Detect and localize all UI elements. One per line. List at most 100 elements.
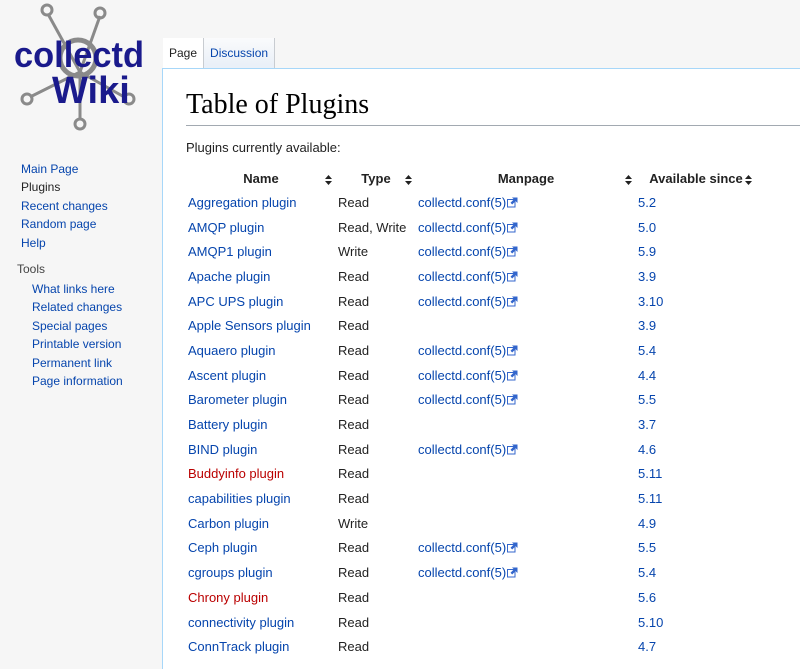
table-row: Aggregation plugin Read collectd.conf(5) 5.… <box>186 190 756 215</box>
version-link[interactable]: 3.7 <box>638 417 656 432</box>
version-link[interactable]: 5.6 <box>638 590 656 605</box>
version-link[interactable]: 4.9 <box>638 516 656 531</box>
manpage-link[interactable]: collectd.conf(5) <box>418 540 518 555</box>
tools-link[interactable]: Related changes <box>32 300 122 314</box>
header-name-label: Name <box>243 170 279 186</box>
name-cell: Apache plugin <box>186 264 336 289</box>
plugin-link[interactable]: Aquaero plugin <box>188 343 275 358</box>
header-manpage[interactable]: Manpage <box>416 166 636 190</box>
version-link[interactable]: 5.4 <box>638 565 656 580</box>
name-cell: Ascent plugin <box>186 363 336 388</box>
name-cell: Chrony plugin <box>186 585 336 610</box>
name-cell: Apple Sensors plugin <box>186 313 336 338</box>
version-link[interactable]: 5.0 <box>638 220 656 235</box>
nav-link[interactable]: Random page <box>21 217 96 231</box>
version-link[interactable]: 5.2 <box>638 195 656 210</box>
since-cell: 5.0 <box>636 215 756 240</box>
version-link[interactable]: 3.9 <box>638 318 656 333</box>
sort-icon[interactable] <box>405 173 412 185</box>
since-cell: 3.7 <box>636 412 756 437</box>
sort-icon[interactable] <box>745 173 752 185</box>
table-row: cgroups plugin Read collectd.conf(5) 5.4 <box>186 560 756 585</box>
tools-link[interactable]: Special pages <box>32 319 107 333</box>
nav-link[interactable]: Recent changes <box>21 199 108 213</box>
plugin-link[interactable]: Apple Sensors plugin <box>188 318 311 333</box>
manpage-link[interactable]: collectd.conf(5) <box>418 368 518 383</box>
version-link[interactable]: 5.10 <box>638 615 663 630</box>
since-cell: 5.9 <box>636 239 756 264</box>
manpage-link[interactable]: collectd.conf(5) <box>418 442 518 457</box>
table-row: capabilities plugin Read 5.11 <box>186 486 756 511</box>
plugin-link[interactable]: Ascent plugin <box>188 368 266 383</box>
plugin-link[interactable]: Aggregation plugin <box>188 195 296 210</box>
site-logo[interactable]: collectd Wiki <box>0 0 160 140</box>
tools-item: What links here <box>32 280 160 298</box>
plugin-link[interactable]: connectivity plugin <box>188 615 294 630</box>
version-link[interactable]: 3.9 <box>638 269 656 284</box>
manpage-cell: collectd.conf(5) <box>416 190 636 215</box>
nav-item: Plugins <box>21 178 160 196</box>
plugin-link[interactable]: Chrony plugin <box>188 590 268 605</box>
version-link[interactable]: 5.9 <box>638 244 656 259</box>
version-link[interactable]: 4.6 <box>638 442 656 457</box>
plugin-link[interactable]: AMQP1 plugin <box>188 244 272 259</box>
since-cell: 4.7 <box>636 634 756 659</box>
plugin-link[interactable]: ConnTrack plugin <box>188 639 289 654</box>
plugin-link[interactable]: Buddyinfo plugin <box>188 466 284 481</box>
nav-link[interactable]: Main Page <box>21 162 78 176</box>
manpage-link[interactable]: collectd.conf(5) <box>418 220 518 235</box>
plugin-link[interactable]: Apache plugin <box>188 269 270 284</box>
manpage-link[interactable]: collectd.conf(5) <box>418 565 518 580</box>
tab-page[interactable]: Page <box>163 38 205 68</box>
version-link[interactable]: 5.11 <box>638 466 662 481</box>
version-link[interactable]: 5.5 <box>638 540 656 555</box>
manpage-cell: collectd.conf(5) <box>416 215 636 240</box>
manpage-link[interactable]: collectd.conf(5) <box>418 294 518 309</box>
type-cell: Write <box>338 244 369 260</box>
since-cell: 4.6 <box>636 437 756 462</box>
type-cell: Read <box>338 293 370 309</box>
plugin-link[interactable]: BIND plugin <box>188 442 257 457</box>
tools-heading: Tools <box>17 261 46 276</box>
plugins-table-body: Aggregation plugin Read collectd.conf(5) 5.… <box>186 190 756 659</box>
plugin-link[interactable]: APC UPS plugin <box>188 294 283 309</box>
version-link[interactable]: 5.5 <box>638 392 656 407</box>
manpage-link[interactable]: collectd.conf(5) <box>418 244 518 259</box>
version-link[interactable]: 4.7 <box>638 639 656 654</box>
manpage-link-label: collectd.conf(5) <box>418 367 507 383</box>
manpage-link-label: collectd.conf(5) <box>418 441 507 457</box>
tools-link[interactable]: What links here <box>32 282 115 296</box>
nav-link[interactable]: Help <box>21 236 46 250</box>
tools-link[interactable]: Page information <box>32 374 123 388</box>
header-type[interactable]: Type <box>336 166 416 190</box>
version-link[interactable]: 5.11 <box>638 491 662 506</box>
tools-link[interactable]: Printable version <box>32 337 121 351</box>
external-link-icon <box>507 566 518 578</box>
version-link[interactable]: 3.10 <box>638 294 663 309</box>
version-link[interactable]: 5.4 <box>638 343 656 358</box>
plugin-link[interactable]: capabilities plugin <box>188 491 291 506</box>
plugin-link[interactable]: Battery plugin <box>188 417 268 432</box>
tools-link[interactable]: Permanent link <box>32 356 112 370</box>
header-name[interactable]: Name <box>186 166 336 190</box>
type-cell: Read <box>338 417 370 433</box>
external-link-icon <box>507 270 518 282</box>
manpage-link[interactable]: collectd.conf(5) <box>418 392 518 407</box>
sort-icon[interactable] <box>325 173 332 185</box>
nav-link[interactable]: Plugins <box>21 180 60 194</box>
tab-discussion[interactable]: Discussion <box>204 38 276 68</box>
header-available-since[interactable]: Available since <box>636 166 756 190</box>
plugin-link[interactable]: AMQP plugin <box>188 220 264 235</box>
manpage-link[interactable]: collectd.conf(5) <box>418 195 518 210</box>
version-link[interactable]: 4.4 <box>638 368 656 383</box>
manpage-link-label: collectd.conf(5) <box>418 219 507 235</box>
sort-icon[interactable] <box>625 173 632 185</box>
manpage-link[interactable]: collectd.conf(5) <box>418 269 518 284</box>
table-row: Ascent plugin Read collectd.conf(5) 4.4 <box>186 363 756 388</box>
manpage-link[interactable]: collectd.conf(5) <box>418 343 518 358</box>
since-cell: 3.10 <box>636 289 756 314</box>
plugin-link[interactable]: Ceph plugin <box>188 540 257 555</box>
plugin-link[interactable]: cgroups plugin <box>188 565 273 580</box>
plugin-link[interactable]: Barometer plugin <box>188 392 287 407</box>
plugin-link[interactable]: Carbon plugin <box>188 516 269 531</box>
